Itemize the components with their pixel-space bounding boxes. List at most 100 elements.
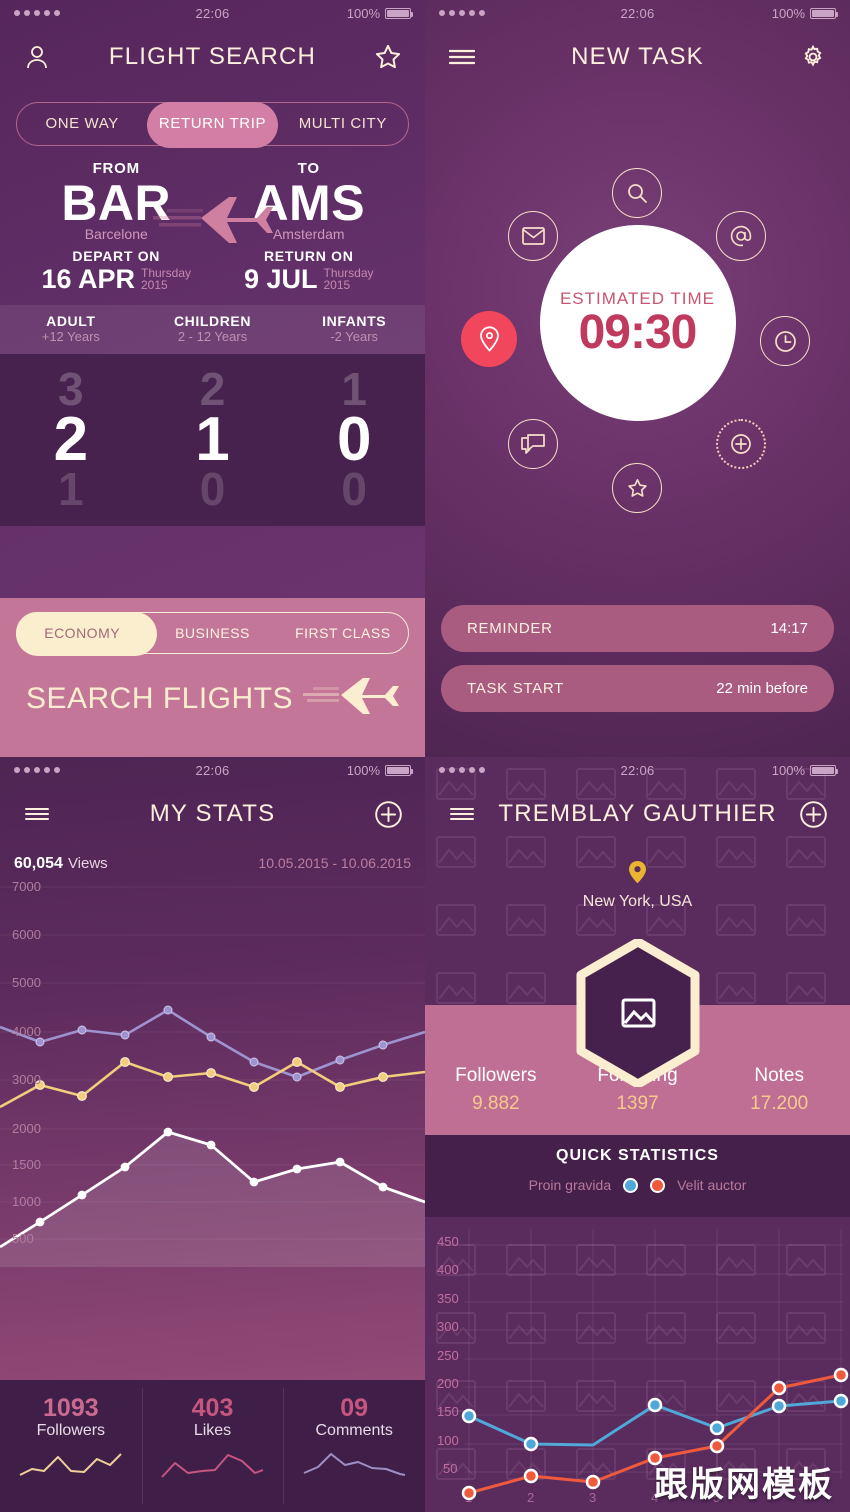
chat-icon-bubble[interactable] xyxy=(508,419,558,469)
followers-value: 9.882 xyxy=(472,1093,520,1114)
status-bar: 22:06 100% xyxy=(425,757,850,783)
stats-line-chart: 7000 6000 5000 4000 3000 2000 1500 1000 … xyxy=(0,877,425,1267)
clock-icon-bubble[interactable] xyxy=(760,316,810,366)
notes-value: 17.200 xyxy=(750,1093,809,1114)
svg-text:300: 300 xyxy=(437,1319,459,1334)
children-count-value: 1 xyxy=(195,404,230,474)
plane-icon xyxy=(152,192,273,253)
location-name: New York, USA xyxy=(582,893,693,910)
footer-likes[interactable]: 403 Likes xyxy=(141,1380,284,1512)
footer-comments[interactable]: 09 Comments xyxy=(283,1380,425,1512)
ytick-7000: 7000 xyxy=(12,879,41,894)
flight-search-panel: 22:06 100% FLIGHT SEARCH ONE WAY RETURN … xyxy=(0,0,425,757)
return-day: 9 JUL xyxy=(243,263,318,294)
trip-type-segmented-control[interactable]: ONE WAY RETURN TRIP MULTI CITY xyxy=(16,102,409,148)
legend-dot-orange xyxy=(650,1177,666,1193)
page-title: MY STATS xyxy=(149,800,276,827)
at-icon-bubble[interactable] xyxy=(716,211,766,261)
passenger-header-adult: ADULT +12 Years xyxy=(0,313,142,344)
infants-count-wheel[interactable]: 1 0 0 xyxy=(283,354,425,526)
task-start-row[interactable]: TASK START 22 min before xyxy=(441,665,834,712)
svg-text:100: 100 xyxy=(437,1433,459,1448)
ytick-5000: 5000 xyxy=(12,975,41,990)
battery-percent: 100% xyxy=(346,762,380,778)
battery-percent: 100% xyxy=(771,5,805,21)
quick-statistics-section: QUICK STATISTICS Proin gravida Velit auc… xyxy=(425,1135,850,1217)
plane-icon-small xyxy=(303,674,400,723)
star-icon[interactable] xyxy=(371,40,405,74)
return-date-field[interactable]: RETURN ON 9 JUL Thursday 2015 xyxy=(213,248,406,293)
infants-count-below: 0 xyxy=(341,462,367,515)
passenger-headers: ADULT +12 Years CHILDREN 2 - 12 Years IN… xyxy=(0,304,425,354)
followers-caption: Followers xyxy=(455,1065,537,1086)
chart-legend: Proin gravida Velit auctor xyxy=(425,1177,850,1193)
route-selector: FROM BAR Barcelone TO AMS Amsterdam xyxy=(0,146,425,243)
stats-header: MY STATS xyxy=(0,783,425,845)
plus-icon-bubble[interactable] xyxy=(716,419,766,469)
location-pin-icon-bubble[interactable] xyxy=(461,311,517,367)
user-icon[interactable] xyxy=(20,40,54,74)
tab-business[interactable]: BUSINESS xyxy=(147,612,277,654)
adult-count-wheel[interactable]: 3 2 1 xyxy=(0,354,142,526)
depart-date-field[interactable]: DEPART ON 16 APR Thursday 2015 xyxy=(20,248,213,293)
date-range[interactable]: 10.05.2015 - 10.06.2015 xyxy=(258,855,411,871)
avatar[interactable] xyxy=(571,937,705,1092)
passenger-count-picker[interactable]: 3 2 1 2 1 0 1 0 0 xyxy=(0,353,425,526)
following-value: 1397 xyxy=(616,1093,659,1114)
task-start-label: TASK START xyxy=(467,680,565,697)
notes-caption: Notes xyxy=(754,1065,804,1086)
plus-circle-icon[interactable] xyxy=(796,797,830,831)
svg-text:200: 200 xyxy=(437,1376,459,1391)
flight-header: FLIGHT SEARCH xyxy=(0,26,425,88)
views-count: 60,054 xyxy=(14,855,63,872)
legend-label-left: Proin gravida xyxy=(528,1177,612,1193)
reminder-value: 14:17 xyxy=(770,620,808,637)
tab-return-trip[interactable]: RETURN TRIP xyxy=(147,102,277,146)
footer-followers[interactable]: 1093 Followers xyxy=(0,1380,142,1512)
page-title: NEW TASK xyxy=(571,43,704,70)
mail-icon-bubble[interactable] xyxy=(508,211,558,261)
page-title: FLIGHT SEARCH xyxy=(108,43,317,70)
stat-followers[interactable]: Followers 9.882 xyxy=(425,1065,567,1115)
hamburger-icon[interactable] xyxy=(20,797,54,831)
children-count-above: 2 xyxy=(199,363,226,416)
depart-day: 16 APR xyxy=(41,263,135,294)
estimated-time-dial[interactable]: ESTIMATED TIME 09:30 xyxy=(539,225,736,421)
svg-text:450: 450 xyxy=(437,1234,459,1249)
followers-label: Followers xyxy=(36,1422,106,1439)
battery-icon xyxy=(385,7,413,19)
hamburger-icon[interactable] xyxy=(445,40,479,74)
svg-text:3: 3 xyxy=(589,1490,596,1505)
plus-circle-icon[interactable] xyxy=(371,797,405,831)
search-flights-button[interactable]: SEARCH FLIGHTS xyxy=(0,674,425,723)
legend-dot-blue xyxy=(623,1177,639,1193)
passenger-header-infants: INFANTS -2 Years xyxy=(283,313,425,344)
children-count-below: 0 xyxy=(199,462,226,515)
stats-meta-row: 60,054 Views 10.05.2015 - 10.06.2015 xyxy=(0,845,425,873)
children-label: CHILDREN xyxy=(173,312,252,329)
status-bar: 22:06 100% xyxy=(425,0,850,26)
tab-one-way[interactable]: ONE WAY xyxy=(17,102,147,146)
tab-economy[interactable]: ECONOMY xyxy=(17,612,147,654)
ytick-4000: 4000 xyxy=(12,1024,41,1039)
tab-first-class[interactable]: FIRST CLASS xyxy=(278,612,408,654)
children-count-wheel[interactable]: 2 1 0 xyxy=(142,354,284,526)
ytick-500: 500 xyxy=(12,1231,34,1246)
ytick-1000: 1000 xyxy=(12,1194,41,1209)
reminder-row[interactable]: REMINDER 14:17 xyxy=(441,605,834,652)
avatar-hexagon xyxy=(576,937,699,1089)
stat-notes[interactable]: Notes 17.200 xyxy=(708,1065,850,1115)
comments-sparkline xyxy=(303,1453,405,1476)
svg-text:350: 350 xyxy=(437,1291,459,1306)
gear-icon[interactable] xyxy=(796,40,830,74)
cabin-class-segmented-control[interactable]: ECONOMY BUSINESS FIRST CLASS xyxy=(16,612,409,656)
likes-sparkline xyxy=(161,1454,264,1478)
star-icon-bubble[interactable] xyxy=(612,463,662,513)
stats-y-axis-labels: 7000 6000 5000 4000 3000 2000 1500 1000 … xyxy=(12,877,72,1267)
search-icon-bubble[interactable] xyxy=(612,168,662,218)
hamburger-icon[interactable] xyxy=(445,797,479,831)
status-bar: 22:06 100% xyxy=(0,757,425,783)
location-pin-icon xyxy=(628,861,647,890)
tab-multi-city[interactable]: MULTI CITY xyxy=(278,102,408,146)
new-task-panel: 22:06 100% NEW TASK ESTIMATED TIME 09:30… xyxy=(425,0,850,757)
